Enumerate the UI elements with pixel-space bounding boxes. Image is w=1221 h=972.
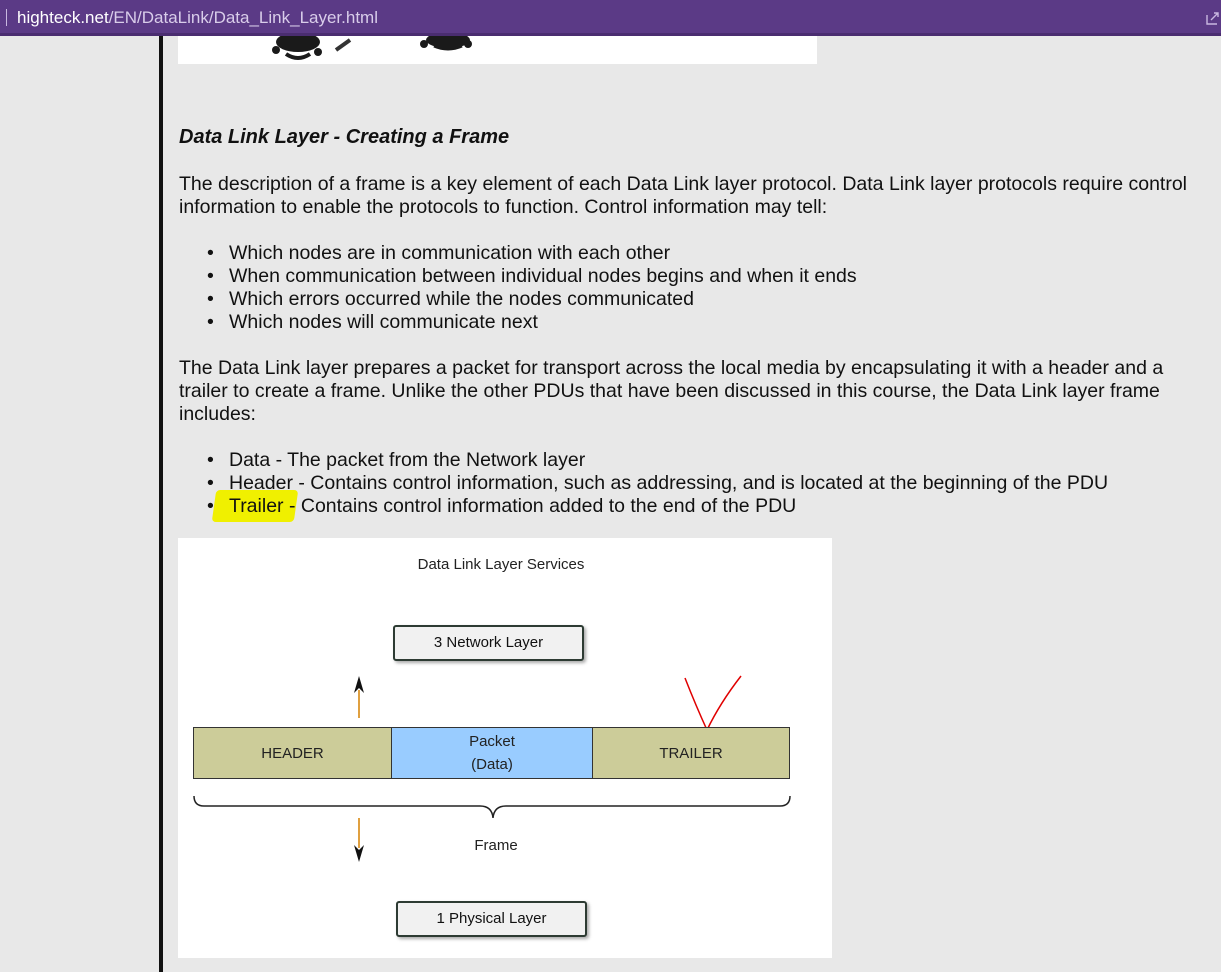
url-host: highteck.net <box>17 8 109 27</box>
list-item: Which errors occurred while the nodes co… <box>207 288 857 311</box>
packet-label: Packet <box>469 733 515 750</box>
network-illustration-image <box>178 36 817 64</box>
share-icon[interactable] <box>1205 10 1221 26</box>
physical-layer-box: 1 Physical Layer <box>396 901 587 937</box>
address-bar[interactable]: highteck.net/EN/DataLink/Data_Link_Layer… <box>0 0 1221 36</box>
list-item: Which nodes will communicate next <box>207 311 857 334</box>
url-path: /EN/DataLink/Data_Link_Layer.html <box>108 8 378 27</box>
list-item: Header - Contains control information, s… <box>207 472 1108 495</box>
data-label: (Data) <box>471 756 513 773</box>
frame-packet-segment: Packet (Data) <box>392 727 592 779</box>
data-link-services-diagram: Data Link Layer Services 3 Network Layer… <box>178 538 832 958</box>
url-text[interactable]: highteck.net/EN/DataLink/Data_Link_Layer… <box>17 8 378 28</box>
frame-label: Frame <box>474 837 518 854</box>
list-item: When communication between individual no… <box>207 265 857 288</box>
text-caret <box>6 9 7 26</box>
frame-trailer-segment: TRAILER <box>592 727 790 779</box>
section-title: Data Link Layer - Creating a Frame <box>179 126 510 148</box>
list-item: Data - The packet from the Network layer <box>207 449 1108 472</box>
list-item: Trailer - Contains control information a… <box>207 495 1108 518</box>
page-left-border <box>159 36 163 972</box>
frame-header-segment: HEADER <box>193 727 392 779</box>
frame-parts-list: Data - The packet from the Network layer… <box>179 449 1108 518</box>
list-item: Which nodes are in communication with ea… <box>207 242 857 265</box>
control-info-list: Which nodes are in communication with ea… <box>179 242 857 334</box>
frame-description-paragraph: The description of a frame is a key elem… <box>179 173 1188 218</box>
encapsulation-paragraph: The Data Link layer prepares a packet fo… <box>179 357 1164 425</box>
